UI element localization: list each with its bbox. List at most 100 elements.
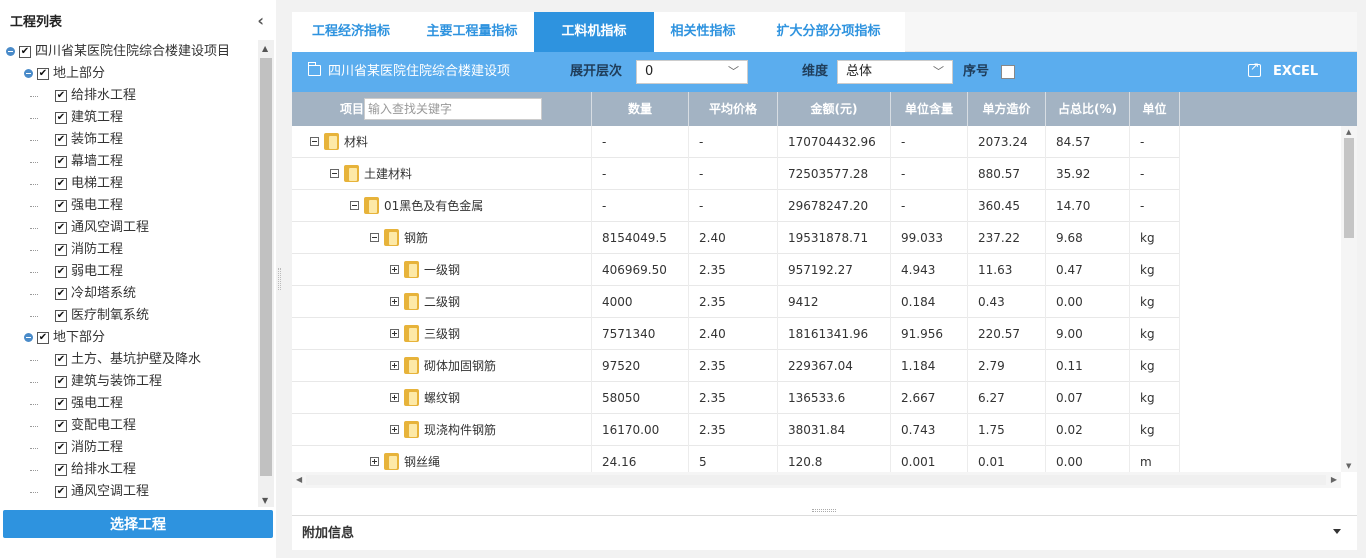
table-row[interactable]: 砌体加固钢筋 97520 2.35 229367.04 1.184 2.79 0.11 kg bbox=[292, 350, 1180, 382]
expand-icon[interactable] bbox=[390, 329, 399, 338]
tree-item[interactable]: ✔ 幕墙工程 bbox=[0, 151, 258, 173]
tree-item[interactable]: ✔ 土方、基坑护壁及降水 bbox=[0, 349, 258, 371]
tree-item[interactable]: ✔ 四川省某医院住院综合楼建设项目 bbox=[0, 41, 258, 63]
excel-export-button[interactable]: EXCEL bbox=[1273, 52, 1318, 92]
tree-item[interactable]: ✔ 消防工程 bbox=[0, 437, 258, 459]
seq-checkbox[interactable] bbox=[1001, 65, 1015, 79]
tab-material-labor-machine[interactable]: 工料机指标 bbox=[534, 12, 654, 52]
column-header-amount[interactable]: 金额(元) bbox=[778, 92, 891, 126]
tree-item[interactable]: ✔ 地上部分 bbox=[0, 63, 258, 85]
table-row[interactable]: 材料 - -170704432.96-2073.24 84.57- bbox=[292, 126, 1180, 158]
tab-quantity-indicators[interactable]: 主要工程量指标 bbox=[410, 12, 534, 52]
tree-item[interactable]: ✔ 消防工程 bbox=[0, 239, 258, 261]
tree-item[interactable]: ✔ 强电工程 bbox=[0, 195, 258, 217]
tree-checkbox[interactable]: ✔ bbox=[55, 134, 67, 146]
tree-checkbox[interactable]: ✔ bbox=[19, 46, 31, 58]
scroll-thumb[interactable] bbox=[1344, 138, 1354, 238]
table-row[interactable]: 钢筋 8154049.5 2.40 19531878.71 99.033 237.22 9.… bbox=[292, 222, 1180, 254]
table-row[interactable]: 螺纹钢 58050 2.35 136533.6 2.667 6.27 0.07 kg bbox=[292, 382, 1180, 414]
scroll-thumb[interactable] bbox=[306, 475, 1326, 485]
tree-item[interactable]: ✔ 强电工程 bbox=[0, 393, 258, 415]
panel-splitter[interactable] bbox=[276, 0, 292, 558]
tree-checkbox[interactable]: ✔ bbox=[55, 266, 67, 278]
table-row[interactable]: 一级钢 406969.50 2.35 957192.27 4.943 11.63 0.47 k… bbox=[292, 254, 1180, 286]
grid-vertical-scrollbar[interactable]: ▲ ▼ bbox=[1341, 126, 1357, 472]
tree-item[interactable]: ✔ 医疗制氧系统 bbox=[0, 305, 258, 327]
column-header-percent[interactable]: 占总比(%) bbox=[1046, 92, 1130, 126]
tree-item[interactable]: ✔ 装饰工程 bbox=[0, 129, 258, 151]
caret-down-icon[interactable] bbox=[1333, 529, 1341, 534]
tab-correlation-indicators[interactable]: 相关性指标 bbox=[654, 12, 752, 52]
panel-resize-handle[interactable] bbox=[812, 509, 836, 512]
tree-checkbox[interactable]: ✔ bbox=[55, 222, 67, 234]
collapse-icon[interactable] bbox=[24, 333, 33, 342]
scroll-down-icon[interactable]: ▼ bbox=[262, 496, 268, 505]
tree-item[interactable]: ✔ 通风空调工程 bbox=[0, 481, 258, 503]
search-input[interactable] bbox=[364, 98, 542, 120]
table-row[interactable]: 现浇构件钢筋 16170.00 2.35 38031.84 0.743 1.75 0.02 k… bbox=[292, 414, 1180, 446]
expand-icon[interactable] bbox=[390, 265, 399, 274]
table-row[interactable]: 三级钢 7571340 2.40 18161341.96 91.956 220.57 9.0… bbox=[292, 318, 1180, 350]
tree-item[interactable]: ✔ 给排水工程 bbox=[0, 85, 258, 107]
table-row[interactable]: 钢丝绳 24.16 5 120.8 0.001 0.01 0.00 m bbox=[292, 446, 1180, 472]
column-header-unit[interactable]: 单位 bbox=[1130, 92, 1180, 126]
tree-item[interactable]: ✔ 弱电工程 bbox=[0, 261, 258, 283]
tree-item[interactable]: ✔ 变配电工程 bbox=[0, 415, 258, 437]
scroll-up-icon[interactable]: ▲ bbox=[1346, 128, 1351, 136]
tree-checkbox[interactable]: ✔ bbox=[55, 156, 67, 168]
expand-icon[interactable] bbox=[390, 393, 399, 402]
collapse-icon[interactable] bbox=[310, 137, 319, 146]
column-header-quantity[interactable]: 数量 bbox=[592, 92, 689, 126]
scroll-right-icon[interactable]: ▶ bbox=[1331, 475, 1337, 484]
tree-checkbox[interactable]: ✔ bbox=[55, 420, 67, 432]
table-row[interactable]: 土建材料 - -72503577.28-880.57 35.92- bbox=[292, 158, 1180, 190]
tree-checkbox[interactable]: ✔ bbox=[55, 178, 67, 190]
tree-item[interactable]: ✔ 地下部分 bbox=[0, 327, 258, 349]
splitter-grip-icon[interactable] bbox=[278, 268, 281, 290]
collapse-icon[interactable] bbox=[350, 201, 359, 210]
tree-checkbox[interactable]: ✔ bbox=[55, 486, 67, 498]
expand-icon[interactable] bbox=[390, 425, 399, 434]
tree-checkbox[interactable]: ✔ bbox=[55, 376, 67, 388]
tree-checkbox[interactable]: ✔ bbox=[55, 244, 67, 256]
tree-item[interactable]: ✔ 给排水工程 bbox=[0, 459, 258, 481]
tree-checkbox[interactable]: ✔ bbox=[55, 354, 67, 366]
column-header-avg-price[interactable]: 平均价格 bbox=[689, 92, 778, 126]
collapse-icon[interactable] bbox=[6, 47, 15, 56]
tree-item[interactable]: ✔ 建筑与装饰工程 bbox=[0, 371, 258, 393]
tree-item[interactable]: ✔ 冷却塔系统 bbox=[0, 283, 258, 305]
tree-checkbox[interactable]: ✔ bbox=[37, 332, 49, 344]
tree-item[interactable]: ✔ 通风空调工程 bbox=[0, 217, 258, 239]
select-project-button[interactable]: 选择工程 bbox=[3, 510, 273, 538]
tree-checkbox[interactable]: ✔ bbox=[55, 464, 67, 476]
tree-item[interactable]: ✔ 建筑工程 bbox=[0, 107, 258, 129]
tree-checkbox[interactable]: ✔ bbox=[55, 288, 67, 300]
tree-checkbox[interactable]: ✔ bbox=[55, 112, 67, 124]
expand-icon[interactable] bbox=[390, 297, 399, 306]
scroll-left-icon[interactable]: ◀ bbox=[296, 475, 302, 484]
expand-icon[interactable] bbox=[370, 457, 379, 466]
tree-checkbox[interactable]: ✔ bbox=[55, 200, 67, 212]
tab-economic-indicators[interactable]: 工程经济指标 bbox=[292, 12, 410, 52]
column-header-unit-content[interactable]: 单位含量 bbox=[891, 92, 968, 126]
collapse-icon[interactable] bbox=[370, 233, 379, 242]
tree-item[interactable]: ✔ 电梯工程 bbox=[0, 173, 258, 195]
table-row[interactable]: 01黑色及有色金属 - -29678247.20-360.45 14.70- bbox=[292, 190, 1180, 222]
scroll-down-icon[interactable]: ▼ bbox=[1346, 462, 1351, 470]
scroll-up-icon[interactable]: ▲ bbox=[262, 44, 268, 53]
tab-extended-items[interactable]: 扩大分部分项指标 bbox=[752, 12, 905, 52]
tree-checkbox[interactable]: ✔ bbox=[55, 442, 67, 454]
export-icon[interactable] bbox=[1248, 60, 1261, 77]
tree-checkbox[interactable]: ✔ bbox=[55, 310, 67, 322]
extra-info-panel[interactable]: 附加信息 bbox=[292, 515, 1357, 550]
expand-icon[interactable] bbox=[390, 361, 399, 370]
tree-checkbox[interactable]: ✔ bbox=[55, 90, 67, 102]
scroll-thumb[interactable] bbox=[260, 58, 272, 476]
chevron-left-icon[interactable]: ‹ bbox=[257, 11, 264, 30]
collapse-icon[interactable] bbox=[330, 169, 339, 178]
table-row[interactable]: 二级钢 4000 2.35 9412 0.184 0.43 0.00 kg bbox=[292, 286, 1180, 318]
tree-checkbox[interactable]: ✔ bbox=[37, 68, 49, 80]
dimension-select[interactable]: 总体 ﹀ bbox=[837, 60, 953, 84]
expand-level-select[interactable]: 0 ﹀ bbox=[636, 60, 748, 84]
tree-scrollbar[interactable]: ▲ ▼ bbox=[258, 40, 274, 507]
